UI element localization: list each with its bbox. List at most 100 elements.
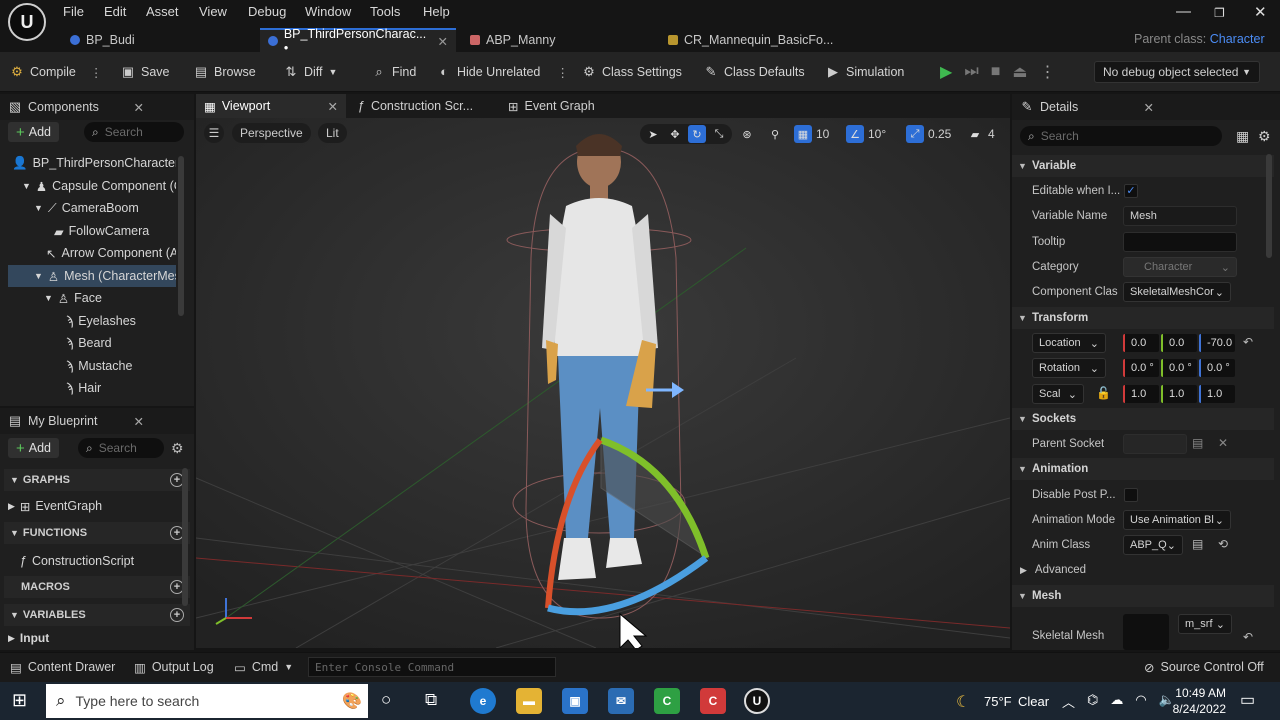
lock-icon[interactable]: 🔓 — [1096, 386, 1111, 400]
rotation-mode-select[interactable]: Rotation ⌄ — [1032, 358, 1106, 378]
class-defaults-button[interactable]: ✎ Class Defaults — [704, 52, 805, 92]
construction-script-item[interactable]: ƒ ConstructionScript — [20, 550, 180, 572]
edge-browser-icon[interactable]: e — [470, 688, 496, 714]
tree-item-beard[interactable]: ϡ Beard — [8, 332, 176, 354]
details-scrollbar[interactable] — [1266, 154, 1272, 258]
scale-icon[interactable]: ⤡ — [710, 125, 728, 143]
section-animation[interactable]: ▼ Animation — [1012, 458, 1274, 480]
section-variable[interactable]: ▼ Variable — [1012, 155, 1274, 177]
notifications-icon[interactable]: ▭ — [1240, 690, 1255, 710]
rotation-snap[interactable]: ∠ 10° — [846, 124, 886, 144]
tree-item-followcamera[interactable]: ▰ FollowCamera — [8, 220, 176, 242]
anim-class-select[interactable]: ABP_Q ⌄ — [1123, 535, 1183, 555]
compile-button[interactable]: ⚙ Compile ⋮ — [10, 52, 102, 92]
component-class-select[interactable]: SkeletalMeshCor ⌄ — [1123, 282, 1231, 302]
tab-abp-manny[interactable]: ABP_Manny — [462, 28, 652, 52]
mail-icon[interactable]: ✉ — [608, 688, 634, 714]
advanced-expander[interactable]: ▶ Advanced — [1020, 564, 1086, 576]
components-search-input[interactable]: ⌕ Search — [84, 122, 184, 142]
store-icon[interactable]: ▣ — [562, 688, 588, 714]
section-variables[interactable]: ▼ VARIABLES + — [4, 604, 190, 626]
close-window-icon[interactable]: ✕ — [1254, 3, 1267, 21]
surface-snap-icon[interactable]: ⊛ — [738, 125, 756, 143]
scale-z-field[interactable]: 1.0 — [1199, 385, 1235, 403]
save-button[interactable]: ▣ Save — [121, 52, 170, 92]
table-view-icon[interactable]: ▦ — [1236, 128, 1249, 145]
compile-options-icon[interactable]: ⋮ — [90, 65, 103, 80]
tree-item-hair[interactable]: ϡ Hair — [8, 377, 176, 399]
add-component-button[interactable]: + Add — [8, 122, 60, 142]
class-settings-button[interactable]: ⚙ Class Settings — [582, 52, 682, 92]
hide-options-icon[interactable]: ⋮ — [556, 65, 569, 80]
debug-object-select[interactable]: No debug object selected ▼ — [1094, 61, 1260, 83]
onedrive-icon[interactable]: ☁ — [1110, 692, 1123, 711]
move-icon[interactable]: ✥ — [666, 125, 684, 143]
location-z-field[interactable]: -70.0 — [1199, 334, 1235, 352]
tab-viewport[interactable]: ▦ Viewport ✕ — [196, 94, 346, 118]
viewport-menu-button[interactable]: ☰ — [204, 123, 224, 143]
parent-socket-field[interactable] — [1123, 434, 1187, 454]
reset-icon[interactable]: ↶ — [1243, 630, 1253, 644]
close-panel-icon[interactable]: ✕ — [134, 100, 144, 115]
section-sockets[interactable]: ▼ Sockets — [1012, 408, 1274, 430]
menu-help[interactable]: Help — [423, 4, 450, 19]
rotation-z-field[interactable]: 0.0 ° — [1199, 359, 1235, 377]
lit-button[interactable]: Lit — [318, 123, 347, 143]
clear-icon[interactable]: ✕ — [1218, 436, 1228, 450]
section-graphs[interactable]: ▼ GRAPHS + — [4, 469, 190, 491]
variable-name-field[interactable]: Mesh — [1123, 206, 1237, 226]
task-view-icon[interactable]: ⧉ — [425, 690, 437, 710]
network-icon[interactable]: ⌬ — [1087, 692, 1098, 711]
browse-asset-icon[interactable]: ▤ — [1192, 537, 1203, 551]
tree-item-capsule[interactable]: ▼ ♟ Capsule Component (C — [8, 175, 176, 197]
step-icon[interactable]: ⏭ — [964, 63, 978, 81]
play-icon[interactable]: ▶ — [940, 62, 952, 82]
gear-icon[interactable]: ⚙ — [1258, 128, 1271, 145]
tab-bp-budi[interactable]: BP_Budi — [62, 28, 252, 52]
browse-button[interactable]: ▤ Browse — [194, 52, 256, 92]
world-local-icon[interactable]: ⚲ — [766, 125, 784, 143]
editable-checkbox[interactable]: ✓ — [1124, 184, 1138, 198]
console-input[interactable]: Enter Console Command — [308, 657, 556, 677]
file-explorer-icon[interactable]: ▬ — [516, 688, 542, 714]
use-selected-icon[interactable]: ⟲ — [1218, 537, 1228, 551]
scale-mode-select[interactable]: Scal ⌄ — [1032, 384, 1084, 404]
camera-speed[interactable]: ▰ 4 — [966, 124, 995, 144]
menu-edit[interactable]: Edit — [104, 4, 126, 19]
location-mode-select[interactable]: Location ⌄ — [1032, 333, 1106, 353]
tree-item-face[interactable]: ▼ ♙ Face — [8, 287, 176, 309]
eject-icon[interactable]: ⏏ — [1012, 62, 1027, 82]
wifi-icon[interactable]: ◠ — [1135, 692, 1146, 711]
play-options-icon[interactable]: ⋮ — [1040, 62, 1056, 82]
find-button[interactable]: ⌕ Find — [372, 52, 416, 92]
menu-file[interactable]: File — [63, 4, 84, 19]
tree-item-cameraboom[interactable]: ▼ ⟋ CameraBoom — [8, 197, 176, 219]
perspective-button[interactable]: Perspective — [232, 123, 311, 143]
section-macros[interactable]: MACROS + — [4, 576, 190, 598]
section-mesh[interactable]: ▼ Mesh — [1012, 585, 1274, 607]
taskbar-clock[interactable]: 10:49 AM 8/24/2022 — [1170, 685, 1226, 717]
parent-class-link[interactable]: Character — [1210, 32, 1265, 46]
unreal-engine-taskbar-icon[interactable]: U — [744, 688, 770, 714]
tray-expand-icon[interactable]: ︿ — [1062, 692, 1075, 711]
menu-debug[interactable]: Debug — [248, 4, 286, 19]
output-log-button[interactable]: ▥ Output Log — [134, 652, 214, 682]
location-y-field[interactable]: 0.0 — [1161, 334, 1197, 352]
grid-snap[interactable]: ▦ 10 — [794, 124, 829, 144]
menu-asset[interactable]: Asset — [146, 4, 179, 19]
close-panel-icon[interactable]: ✕ — [134, 414, 144, 429]
event-graph-item[interactable]: ▶ ⊞ EventGraph — [8, 495, 178, 517]
select-icon[interactable]: ➤ — [644, 125, 662, 143]
weather-temperature[interactable]: 75°F — [984, 694, 1012, 709]
details-search-input[interactable]: ⌕ Search — [1020, 126, 1222, 146]
components-scrollbar[interactable] — [178, 156, 184, 316]
tab-bp-thirdpersoncharacter[interactable]: BP_ThirdPersonCharac... • ✕ — [260, 27, 456, 55]
cmd-select[interactable]: ▭ Cmd ▼ — [234, 652, 293, 682]
maximize-icon[interactable]: ❐ — [1214, 6, 1225, 20]
minimize-icon[interactable]: — — [1176, 3, 1191, 20]
rotation-y-field[interactable]: 0.0 ° — [1161, 359, 1197, 377]
tab-construction-script[interactable]: ƒ Construction Scr... — [350, 94, 500, 118]
location-x-field[interactable]: 0.0 — [1123, 334, 1159, 352]
tree-item-root[interactable]: 👤 BP_ThirdPersonCharacter — [8, 152, 176, 174]
scale-snap[interactable]: ⤢ 0.25 — [906, 124, 951, 144]
